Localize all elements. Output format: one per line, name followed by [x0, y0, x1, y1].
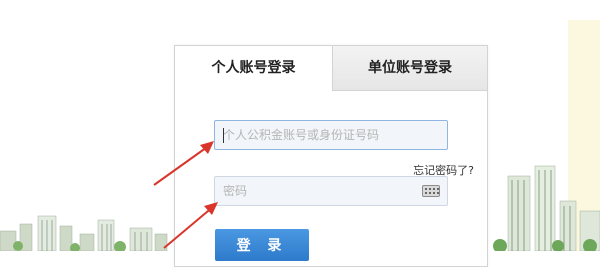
tab-personal-account[interactable]: 个人账号登录 [175, 46, 332, 91]
building-illustration-left [0, 206, 180, 251]
account-input[interactable] [215, 121, 447, 149]
account-field[interactable] [214, 120, 448, 150]
annotation-arrow [153, 141, 214, 186]
annotation-arrow [163, 202, 218, 249]
login-button[interactable]: 登 录 [215, 229, 309, 261]
text-caret [223, 128, 224, 143]
tab-company-account[interactable]: 单位账号登录 [332, 46, 487, 91]
password-input[interactable] [215, 177, 447, 205]
login-tabs: 个人账号登录 单位账号登录 [175, 46, 487, 91]
password-field[interactable] [214, 176, 448, 206]
keyboard-icon[interactable] [422, 185, 440, 197]
building-illustration-right [490, 156, 600, 251]
